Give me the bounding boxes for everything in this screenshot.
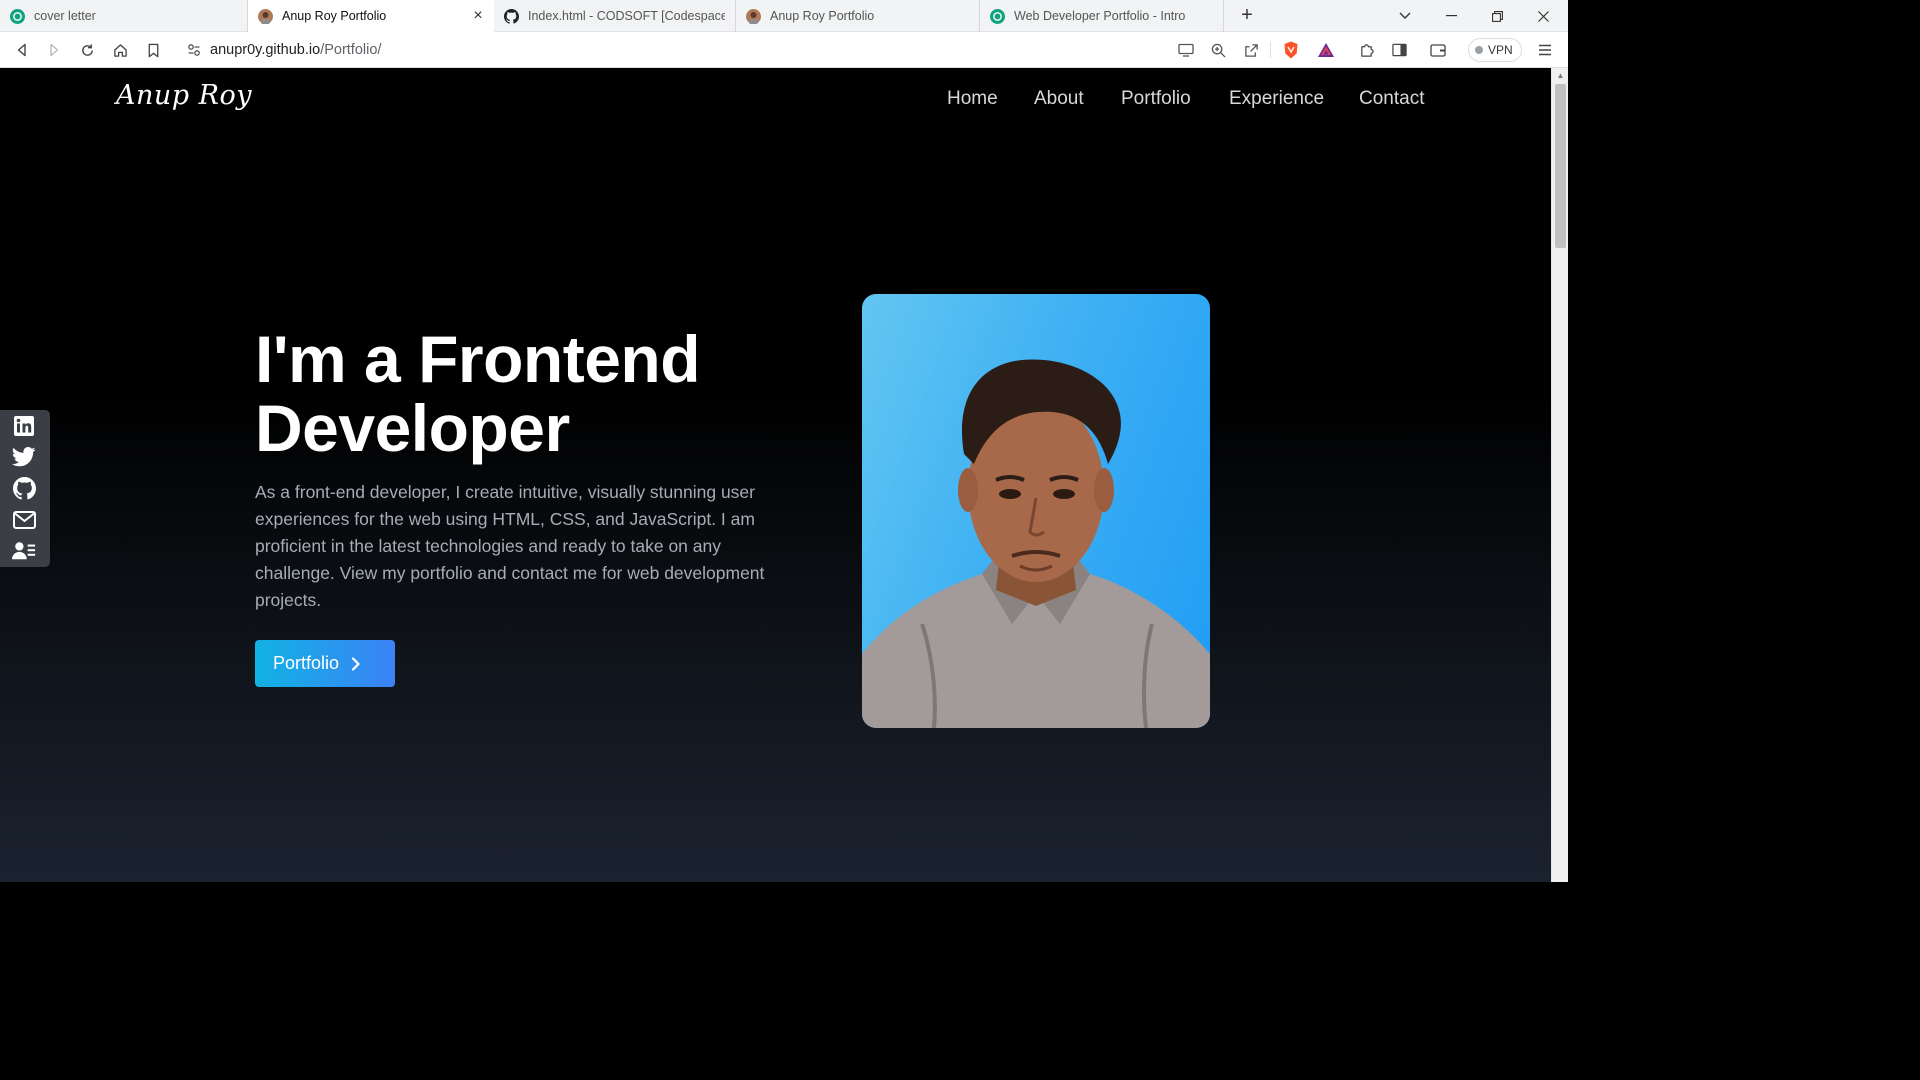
- linkedin-icon[interactable]: [12, 414, 36, 438]
- github-icon[interactable]: [12, 476, 36, 500]
- cast-icon[interactable]: [1174, 38, 1198, 62]
- profile-photo: [862, 294, 1210, 728]
- restore-icon[interactable]: [1474, 0, 1520, 32]
- site-settings-icon[interactable]: [182, 38, 206, 62]
- bookmark-icon[interactable]: [141, 38, 165, 62]
- tab-title: cover letter: [34, 9, 96, 23]
- tab-title: Anup Roy Portfolio: [770, 9, 875, 23]
- portfolio-button-label: Portfolio: [273, 653, 340, 673]
- chatgpt-icon: [10, 8, 25, 24]
- hero-title: I'm a Frontend Developer: [255, 322, 701, 465]
- nav-home[interactable]: Home: [947, 88, 998, 110]
- toolbar-divider: [1270, 42, 1271, 58]
- sidebar-toggle-icon[interactable]: [1387, 38, 1411, 62]
- nav-about[interactable]: About: [1034, 88, 1084, 110]
- avatar-favicon-icon: [258, 8, 273, 24]
- browser-toolbar: anupr0y.github.io/Portfolio/ VPN: [0, 32, 1568, 68]
- url-host: anupr0y.github.io: [210, 42, 321, 58]
- new-tab-plus-icon[interactable]: +: [1236, 5, 1258, 27]
- hero-title-line-2: Developer: [255, 391, 570, 465]
- tab-cover-letter[interactable]: cover letter: [0, 0, 248, 32]
- minimize-icon[interactable]: [1428, 0, 1474, 32]
- brave-rewards-icon[interactable]: [1314, 38, 1338, 62]
- address-bar[interactable]: anupr0y.github.io/Portfolio/: [210, 37, 381, 63]
- extensions-icon[interactable]: [1354, 38, 1378, 62]
- wallet-icon[interactable]: [1426, 38, 1450, 62]
- nav-contact[interactable]: Contact: [1359, 88, 1424, 110]
- scroll-up-arrow-icon[interactable]: ▲: [1556, 71, 1565, 80]
- tab-web-developer-portfolio[interactable]: Web Developer Portfolio - Intro: [980, 0, 1224, 32]
- close-window-icon[interactable]: [1520, 0, 1566, 32]
- github-icon: [504, 8, 519, 24]
- resume-icon[interactable]: [12, 539, 36, 563]
- share-icon[interactable]: [1239, 38, 1263, 62]
- forward-icon[interactable]: [42, 38, 66, 62]
- hero-description: As a front-end developer, I create intui…: [255, 482, 765, 610]
- tab-codespaces[interactable]: Index.html - CODSOFT [Codespaces: f: [494, 0, 736, 32]
- page-scrollbar[interactable]: ▲: [1551, 68, 1568, 882]
- nav-experience[interactable]: Experience: [1229, 88, 1324, 110]
- hero-title-line-1: I'm a Frontend: [255, 322, 701, 396]
- browser-tab-strip: cover letter Anup Roy Portfolio × Index.…: [0, 0, 1568, 32]
- social-sidebar: [0, 410, 50, 567]
- scrollbar-thumb[interactable]: [1555, 84, 1566, 248]
- tab-title: Index.html - CODSOFT [Codespaces: f: [528, 9, 725, 23]
- menu-icon[interactable]: [1533, 38, 1557, 62]
- tab-search-chevron-icon[interactable]: [1382, 0, 1428, 32]
- portrait-illustration: [862, 359, 1210, 728]
- back-icon[interactable]: [10, 38, 34, 62]
- brave-shields-icon[interactable]: [1279, 38, 1303, 62]
- reload-icon[interactable]: [75, 38, 99, 62]
- vpn-label: VPN: [1488, 43, 1513, 57]
- vpn-status-icon: [1475, 46, 1483, 54]
- zoom-icon[interactable]: [1206, 38, 1230, 62]
- site-logo[interactable]: Anup Roy: [116, 80, 252, 111]
- tab-anup-roy-portfolio[interactable]: Anup Roy Portfolio ×: [248, 0, 494, 32]
- twitter-icon[interactable]: [12, 445, 36, 469]
- url-path: /Portfolio/: [320, 42, 382, 58]
- home-icon[interactable]: [108, 38, 132, 62]
- portfolio-button[interactable]: Portfolio: [255, 640, 395, 687]
- tab-title: Web Developer Portfolio - Intro: [1014, 9, 1186, 23]
- tab-anup-roy-portfolio-2[interactable]: Anup Roy Portfolio: [736, 0, 980, 32]
- vpn-button[interactable]: VPN: [1468, 38, 1522, 62]
- avatar-favicon-icon: [746, 8, 761, 24]
- chatgpt-icon: [990, 8, 1005, 24]
- close-tab-icon[interactable]: ×: [470, 8, 486, 24]
- email-icon[interactable]: [12, 508, 36, 532]
- chevron-right-icon: [351, 656, 361, 671]
- tab-title: Anup Roy Portfolio: [282, 9, 387, 23]
- nav-portfolio[interactable]: Portfolio: [1121, 88, 1191, 110]
- page-viewport: Anup Roy Home About Portfolio Experience…: [0, 68, 1551, 882]
